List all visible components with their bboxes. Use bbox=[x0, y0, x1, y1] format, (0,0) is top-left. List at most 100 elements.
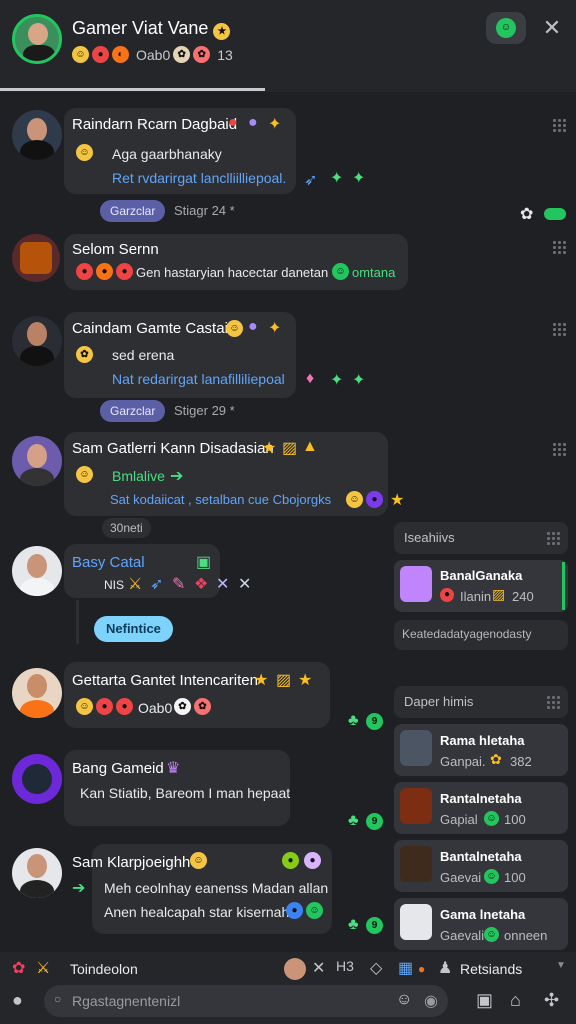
thread-line bbox=[76, 600, 79, 644]
avatar[interactable] bbox=[12, 546, 62, 596]
sender-name: Basy Catal bbox=[72, 554, 145, 571]
sword-icon: ⚔ bbox=[128, 576, 143, 593]
potion-icon: ♦ bbox=[306, 370, 315, 387]
sender-name: Raindarn Rcarn Dagbaid bbox=[72, 116, 238, 133]
message-link[interactable]: Sat kodaiicat , setalban cue Cbojorgks bbox=[110, 492, 331, 507]
avatar[interactable] bbox=[400, 788, 432, 824]
star-icon: ● bbox=[248, 114, 258, 131]
drag-handle-icon[interactable] bbox=[552, 118, 566, 132]
search-icon: ○ bbox=[54, 992, 62, 1006]
avatar[interactable] bbox=[12, 668, 62, 718]
home-icon[interactable]: ⌂ bbox=[510, 990, 521, 1011]
message-link[interactable]: Ret rvdarirgat lanclliilliepoal. bbox=[112, 170, 286, 186]
avatar[interactable] bbox=[12, 848, 62, 898]
emoji-icon: ✿ bbox=[194, 698, 211, 715]
avatar[interactable] bbox=[12, 436, 62, 486]
emoji-icon[interactable]: ☺ bbox=[396, 991, 412, 1009]
user-score: 100 bbox=[504, 870, 526, 885]
message-text: NIS bbox=[104, 578, 125, 592]
sparkle-icon: ✦ bbox=[268, 320, 282, 337]
user-status: Ganpai. bbox=[440, 754, 486, 769]
chat-subtitle: ☺ ● ◐ Oab0 ✿ ✿ 13 bbox=[72, 46, 233, 63]
chat-bubble-icon[interactable]: ● bbox=[12, 990, 23, 1011]
sender-name: Selom Sernn bbox=[72, 241, 159, 258]
smile-icon: ☺ bbox=[332, 263, 349, 280]
status-icon: ☺ bbox=[484, 869, 499, 884]
warning-icon: ▲ bbox=[302, 438, 318, 455]
close-icon[interactable]: ✕ bbox=[540, 14, 564, 42]
status-icon: ☺ bbox=[484, 811, 499, 826]
user-score: onneen bbox=[504, 928, 548, 943]
header-avatar[interactable] bbox=[12, 14, 62, 64]
game-icon[interactable]: ✿ bbox=[12, 958, 25, 978]
avatar[interactable] bbox=[12, 110, 62, 160]
avatar[interactable] bbox=[12, 754, 62, 804]
sender-name: Bang Gameid bbox=[72, 760, 164, 777]
bow-icon: ➶ bbox=[150, 576, 164, 593]
hash-icon[interactable]: H3 bbox=[336, 958, 354, 974]
status-icon: 9 bbox=[366, 713, 383, 730]
drag-handle-icon[interactable] bbox=[546, 695, 560, 709]
timestamp: Stiger 29 * bbox=[174, 403, 235, 418]
emoji-icon: ☺ bbox=[190, 852, 207, 869]
sword-icon[interactable]: ⚔ bbox=[36, 958, 50, 978]
avatar[interactable] bbox=[12, 234, 60, 282]
message-text: Meh ceolnhay eanenss Madan allan bbox=[104, 880, 329, 896]
reaction-chip[interactable]: Garzclar bbox=[100, 200, 166, 222]
star-icon: ● bbox=[248, 318, 258, 335]
pause-icon[interactable]: ◉ bbox=[424, 991, 438, 1011]
emoji-icon: ● bbox=[116, 698, 133, 715]
drag-handle-icon[interactable] bbox=[552, 442, 566, 456]
drag-handle-icon[interactable] bbox=[552, 322, 566, 336]
drag-handle-icon[interactable] bbox=[546, 531, 560, 545]
star-icon: ★ bbox=[298, 672, 313, 689]
close-icon[interactable]: ✕ bbox=[312, 958, 325, 978]
avatar[interactable] bbox=[400, 566, 432, 602]
coin-icon: ● bbox=[418, 962, 426, 976]
user-score: 100 bbox=[504, 812, 526, 827]
avatar[interactable] bbox=[284, 958, 306, 980]
avatar[interactable] bbox=[12, 316, 62, 366]
message-link[interactable]: Nat redarirgat lanafilliliepoal bbox=[112, 371, 285, 387]
game-icon: ▣ bbox=[196, 554, 212, 571]
gem-icon: ❖ bbox=[194, 576, 209, 593]
map-icon[interactable]: ▦ bbox=[398, 958, 413, 978]
status-icon: ● bbox=[440, 588, 454, 602]
message-text: omtana bbox=[352, 265, 396, 280]
avatar[interactable] bbox=[400, 730, 432, 766]
note-text: Keatedadatyagenodasty bbox=[402, 627, 532, 641]
emoji-icon: ● bbox=[116, 263, 133, 280]
emoji-icon: ☺ bbox=[306, 902, 323, 919]
status-icon: 9 bbox=[366, 813, 383, 830]
badge-icon: ▨ bbox=[276, 672, 292, 689]
avatar[interactable] bbox=[400, 904, 432, 940]
reaction-chip[interactable]: Garzclar bbox=[100, 400, 166, 422]
thumbs-up-icon[interactable]: ♟ bbox=[438, 958, 452, 978]
emoji-icon: ☺ bbox=[346, 491, 363, 508]
badge-icon: ✿ bbox=[490, 751, 502, 767]
sender-name: Sam Gatlerri Kann Disadasian bbox=[72, 440, 274, 457]
drag-handle-icon[interactable] bbox=[552, 240, 566, 254]
emoji-icon: ☺ bbox=[76, 144, 93, 161]
reply-icon: ➔ bbox=[72, 880, 86, 897]
active-indicator bbox=[562, 562, 565, 610]
chevron-down-icon[interactable]: ▼ bbox=[556, 960, 566, 971]
notice-button[interactable]: Nefintice bbox=[94, 616, 173, 642]
user-name: Rama hletaha bbox=[440, 733, 525, 748]
bottom-label[interactable]: Toindeolon bbox=[70, 961, 138, 977]
bottom-label[interactable]: Retsiands bbox=[460, 961, 522, 977]
message-text: Bmlalive bbox=[112, 468, 165, 484]
rocket-icon: ➶ bbox=[304, 172, 318, 189]
emoji-icon: ☺ bbox=[76, 698, 93, 715]
swap-icon[interactable]: ◇ bbox=[370, 958, 382, 978]
wand-icon: ✎ bbox=[172, 576, 186, 593]
emoji-icon: ● bbox=[366, 491, 383, 508]
toggle-switch[interactable] bbox=[544, 208, 566, 220]
sparkle-icon: ✦ bbox=[352, 170, 366, 187]
sender-name: Gettarta Gantet Intencariten bbox=[72, 672, 258, 689]
emoji-status-button[interactable]: ☺ bbox=[486, 12, 526, 44]
image-icon[interactable]: ▣ bbox=[476, 990, 493, 1011]
expand-icon[interactable]: ✣ bbox=[544, 990, 559, 1011]
avatar[interactable] bbox=[400, 846, 432, 882]
emoji-icon: ● bbox=[282, 852, 299, 869]
